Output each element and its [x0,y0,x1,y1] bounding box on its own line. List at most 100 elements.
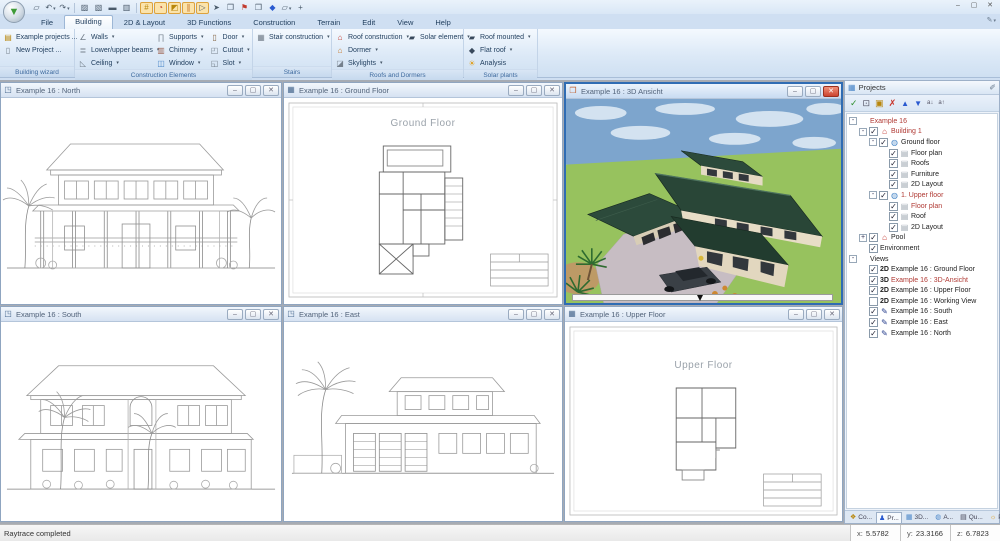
close-button[interactable]: ✕ [544,85,560,96]
tree-expander-icon[interactable] [849,117,857,125]
move-down-icon[interactable]: ▼ [914,99,922,108]
flat-roof-button[interactable]: ◆ Flat roof [467,44,531,56]
window-upper-floor-titlebar[interactable]: ▦ Example 16 : Upper Floor – ▢ ✕ [565,307,842,322]
tree-checkbox[interactable] [889,223,898,232]
tree-checkbox[interactable] [869,244,878,253]
tab-projects[interactable]: ♟ Pr... [876,512,902,523]
roof-construction-button[interactable]: ⌂ Roof construction [335,31,401,43]
project-window-icon[interactable]: ▨ [78,2,91,14]
flag-icon[interactable]: ⚑ [238,2,251,14]
tree-checkbox[interactable] [889,159,898,168]
window-north-titlebar[interactable]: ◳ Example 16 : North – ▢ ✕ [1,83,281,98]
brush-icon[interactable]: ◆ [266,2,279,14]
visibility-icon[interactable]: ⊡ [863,99,871,108]
close-button[interactable]: ✕ [824,309,840,320]
tree-checkbox[interactable] [889,149,898,158]
tree-item[interactable]: ✎ Example 16 : East [847,317,997,328]
tree-checkbox[interactable] [869,286,878,295]
maximize-button[interactable]: ▢ [245,85,261,96]
guides-icon[interactable]: ∥ [182,2,195,14]
tree-expander-icon[interactable] [869,138,877,146]
undo-icon[interactable]: ↶ [44,2,57,14]
tree-item[interactable]: ▤ Floor plan [847,148,997,159]
roof-mounted-button[interactable]: ▰ Roof mounted [467,31,531,43]
projects-tree[interactable]: Example 16 ⌂ Building 1 ◍ Ground floor [846,113,998,509]
sort-asc-icon[interactable]: a↓ [927,99,933,108]
tree-item[interactable]: ▤ 2D Layout [847,222,997,233]
pin-icon[interactable]: ✐ [989,83,996,92]
maximize-button[interactable]: ▢ [526,309,542,320]
play-icon[interactable]: ▷ [196,2,209,14]
skylights-button[interactable]: ◪ Skylights [335,57,401,69]
window-ground-floor-titlebar[interactable]: ▦ Example 16 : Ground Floor – ▢ ✕ [284,83,562,98]
tree-checkbox[interactable] [869,265,878,274]
ribbon-tab[interactable]: 3D Functions [176,16,242,29]
import-icon[interactable]: ▣ [875,99,884,108]
delete-icon[interactable]: ✗ [889,99,897,108]
tree-item[interactable]: ⌂ Pool [847,233,997,244]
analysis-button[interactable]: ☀ Analysis [467,57,531,69]
tab-3d[interactable]: ▦ 3D... [903,511,931,523]
tree-item[interactable]: Environment [847,243,997,254]
tree-item[interactable]: ◍ 1. Upper floor [847,190,997,201]
redo-icon[interactable]: ↷ [58,2,71,14]
minimize-button[interactable]: – [508,85,524,96]
tree-checkbox[interactable] [879,191,888,200]
ribbon-tab[interactable]: Edit [351,16,386,29]
ribbon-tab[interactable]: Terrain [306,16,351,29]
maximize-button[interactable]: ▢ [966,0,982,12]
walls-button[interactable]: ∠ Walls [78,31,150,43]
new-project-button[interactable]: ▯ New Project ... [3,44,77,56]
tree-item[interactable]: ▤ Roof [847,211,997,222]
grid-icon[interactable]: # [140,2,153,14]
dormer-button[interactable]: ⌂ Dormer [335,44,401,56]
tree-checkbox[interactable] [869,307,878,316]
tree-checkbox[interactable] [879,138,888,147]
lower-upper-beams-button[interactable]: ≣ Lower/upper beams [78,44,150,56]
tree-item[interactable]: ▤ Furniture [847,169,997,180]
cutout-button[interactable]: ◰ Cutout [210,44,250,56]
split-horizontal-icon[interactable]: ▬ [106,2,119,14]
application-menu-button[interactable]: ▼ [3,1,25,23]
minimize-button[interactable]: – [950,0,966,12]
close-button[interactable]: ✕ [982,0,998,12]
close-button[interactable]: ✕ [263,309,279,320]
move-up-icon[interactable]: ▲ [901,99,909,108]
tree-checkbox[interactable] [869,329,878,338]
east-elevation-canvas[interactable] [284,322,562,521]
chimney-button[interactable]: ▥ Chimney [156,44,204,56]
arc-icon[interactable]: ◔ [154,2,167,14]
window-button[interactable]: ◫ Window [156,57,204,69]
tree-checkbox[interactable] [869,127,878,136]
ribbon-tab[interactable]: Construction [242,16,306,29]
ceiling-button[interactable]: ◺ Ceiling [78,57,150,69]
tree-item[interactable]: 2D Example 16 : Working View [847,296,997,307]
tree-item[interactable]: Views [847,254,997,265]
close-button[interactable]: ✕ [823,86,839,97]
close-button[interactable]: ✕ [544,309,560,320]
minimize-button[interactable]: – [788,309,804,320]
tree-item[interactable]: ⌂ Building 1 [847,127,997,138]
slot-button[interactable]: ◱ Slot [210,57,250,69]
tree-item[interactable]: Example 16 [847,116,997,127]
tree-checkbox[interactable] [889,170,898,179]
tree-checkbox[interactable] [869,297,878,306]
palette-icon[interactable]: ❒ [252,2,265,14]
ground-floor-plan-canvas[interactable]: Ground Floor [284,98,562,304]
tree-item[interactable]: 2D Example 16 : Ground Floor [847,264,997,275]
maximize-button[interactable]: ▢ [245,309,261,320]
tree-item[interactable]: ✎ Example 16 : North [847,328,997,339]
south-elevation-canvas[interactable] [1,322,281,521]
example-projects-button[interactable]: ▤ Example projects ... [3,31,77,43]
maximize-button[interactable]: ▢ [805,86,821,97]
window-east-titlebar[interactable]: ◳ Example 16 : East – ▢ ✕ [284,307,562,322]
tree-item[interactable]: ✎ Example 16 : South [847,307,997,318]
pointer-icon[interactable]: ➤ [210,2,223,14]
tree-checkbox[interactable] [889,202,898,211]
tree-checkbox[interactable] [869,276,878,285]
window-3d-titlebar[interactable]: ❒ Example 16 : 3D Ansicht – ▢ ✕ [566,84,841,99]
layout-window-icon[interactable]: ▧ [92,2,105,14]
tree-item[interactable]: ▤ 2D Layout [847,180,997,191]
projects-panel-header[interactable]: ▦ Projects ✐ [845,81,999,95]
north-elevation-canvas[interactable] [1,98,281,304]
